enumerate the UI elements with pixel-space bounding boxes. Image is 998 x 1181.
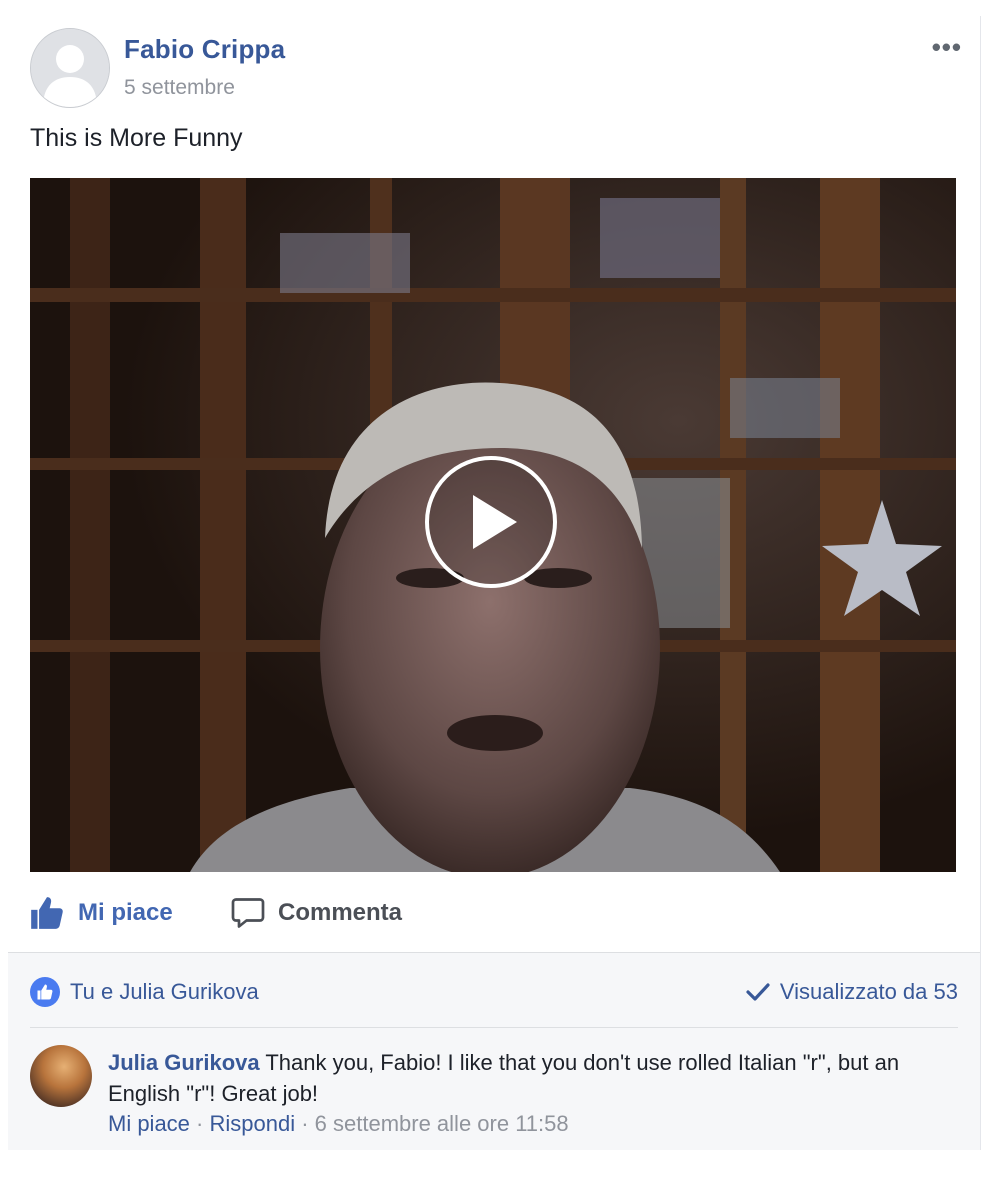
thumbs-up-icon [31, 897, 63, 929]
comment-button[interactable]: Commenta [230, 888, 402, 938]
comment-like-link[interactable]: Mi piace [108, 1111, 190, 1136]
comment-bubble-icon [231, 898, 265, 928]
comment-label: Commenta [278, 899, 403, 926]
play-icon [473, 495, 517, 549]
reactions-text: Tu e Julia Gurikova [70, 979, 259, 1004]
post-author[interactable]: Fabio Crippa [124, 34, 285, 65]
checkmark-icon [746, 983, 770, 1001]
post-text: This is More Funny [30, 124, 243, 152]
views-summary[interactable]: Visualizzato da 53 [746, 975, 958, 1009]
views-text: Visualizzato da 53 [779, 979, 958, 1004]
commenter-avatar[interactable] [30, 1045, 92, 1107]
play-button[interactable] [425, 456, 557, 588]
meta-separator: · [189, 1111, 210, 1136]
author-avatar[interactable] [30, 28, 110, 108]
post-footer: Tu e Julia Gurikova Visualizzato da 53 J… [8, 952, 980, 1150]
meta-separator: · [295, 1111, 315, 1136]
like-reaction-icon [30, 977, 60, 1007]
comment-reply-link[interactable]: Rispondi [209, 1111, 295, 1136]
default-profile-icon [31, 29, 109, 107]
post-card: Fabio Crippa 5 settembre ••• This is Mor… [8, 16, 981, 1150]
footer-divider [30, 1027, 958, 1028]
more-options-icon[interactable]: ••• [932, 32, 962, 63]
reactions-summary[interactable]: Tu e Julia Gurikova [30, 975, 259, 1009]
comment-body: Julia Gurikova Thank you, Fabio! I like … [108, 1047, 948, 1109]
post-date[interactable]: 5 settembre [124, 76, 235, 100]
video-player[interactable] [30, 178, 956, 872]
like-label: Mi piace [78, 899, 173, 926]
like-button[interactable]: Mi piace [28, 888, 173, 938]
comment-author[interactable]: Julia Gurikova [108, 1050, 260, 1075]
post-actions-bar: Mi piace Commenta [28, 888, 958, 938]
comment-timestamp[interactable]: 6 settembre alle ore 11:58 [315, 1111, 569, 1136]
comment-meta: Mi piace · Rispondi · 6 settembre alle o… [108, 1111, 569, 1137]
